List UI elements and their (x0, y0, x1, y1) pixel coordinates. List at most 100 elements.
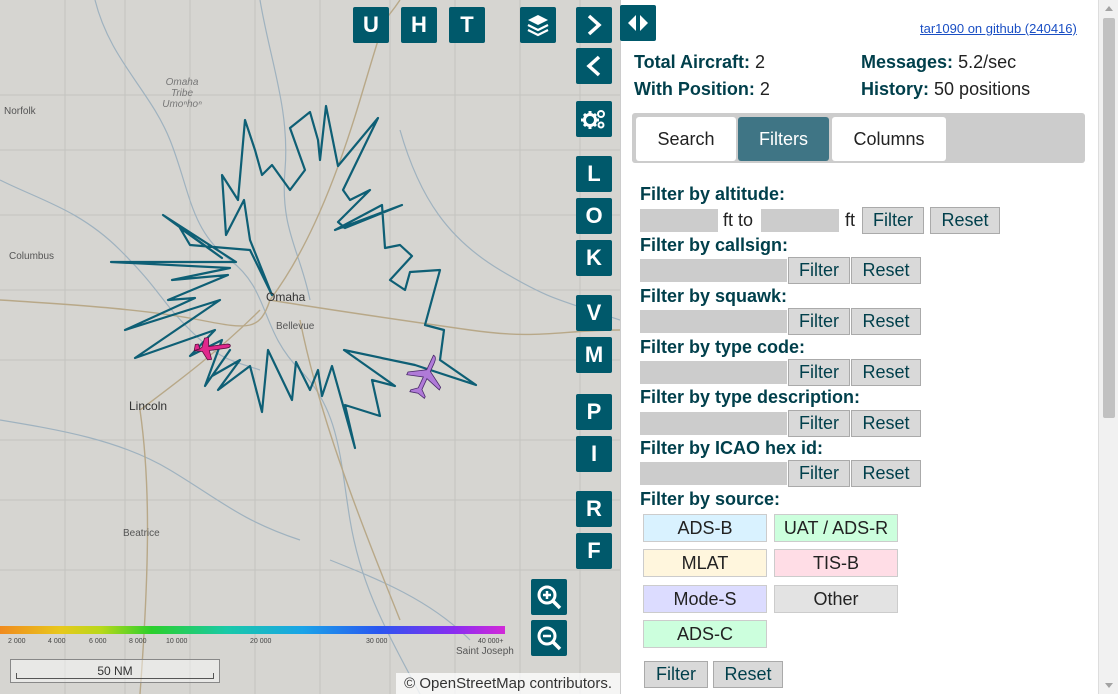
toggle-f-button[interactable]: F (576, 533, 612, 569)
map-view[interactable]: Norfolk Omaha Tribe Umoⁿhoⁿ Columbus Omaha… (0, 0, 620, 694)
stat-history: History: 50 positions (861, 79, 1030, 100)
toggle-r-button[interactable]: R (576, 491, 612, 527)
stat-total-aircraft: Total Aircraft: 2 (634, 52, 765, 73)
source-tisb-toggle[interactable]: TIS-B (774, 549, 898, 577)
squawk-reset-button[interactable]: Reset (851, 308, 921, 335)
map-label-omaha-tribe: Omaha Tribe Umoⁿhoⁿ (162, 77, 202, 110)
toggle-o-button[interactable]: O (576, 198, 612, 234)
altitude-reset-button[interactable]: Reset (930, 207, 1000, 234)
toggle-m-label: M (584, 342, 604, 367)
filter-squawk-label: Filter by squawk: (640, 286, 788, 306)
scrollbar-thumb[interactable] (1103, 18, 1115, 418)
next-button[interactable] (576, 7, 612, 43)
toggle-p-button[interactable]: P (576, 394, 612, 430)
altitude-min-input[interactable] (640, 209, 718, 232)
filter-source-label: Filter by source: (640, 489, 781, 509)
type-code-reset-button[interactable]: Reset (851, 359, 921, 386)
source-modes-toggle[interactable]: Mode-S (643, 585, 767, 613)
icao-filter-button[interactable]: Filter (788, 460, 850, 487)
squawk-input[interactable] (640, 310, 787, 333)
toggle-v-label: V (586, 300, 602, 325)
source-reset-button[interactable]: Reset (713, 661, 783, 688)
total-aircraft-label: Total Aircraft: (634, 52, 751, 72)
filter-altitude-label: Filter by altitude: (640, 184, 786, 204)
squawk-filter-button[interactable]: Filter (788, 308, 850, 335)
previous-button[interactable] (576, 48, 612, 84)
tab-filters[interactable]: Filters (738, 117, 829, 161)
scale-line: 50 NM (10, 659, 220, 683)
filter-icao-label: Filter by ICAO hex id: (640, 438, 824, 458)
source-other-toggle[interactable]: Other (774, 585, 898, 613)
map-attribution[interactable]: © OpenStreetMap contributors. (396, 673, 620, 694)
color-scale-tick: 40 000+ (478, 638, 504, 645)
map-basemap (0, 0, 620, 694)
toggle-f-label: F (587, 538, 601, 563)
icao-input[interactable] (640, 462, 787, 485)
toggle-k-label: K (586, 245, 602, 270)
type-code-filter-button[interactable]: Filter (788, 359, 850, 386)
toggle-t-button[interactable]: T (449, 7, 485, 43)
zoom-in-icon (537, 585, 562, 610)
scroll-down-icon[interactable] (1105, 683, 1113, 688)
icao-reset-button[interactable]: Reset (851, 460, 921, 487)
tab-columns[interactable]: Columns (832, 117, 946, 161)
source-filter-button[interactable]: Filter (644, 661, 708, 688)
type-description-input[interactable] (640, 412, 787, 435)
sidebar-tabs: Search Filters Columns (632, 113, 1085, 163)
filter-type-description-label: Filter by type description: (640, 387, 861, 407)
toggle-l-button[interactable]: L (576, 156, 612, 192)
settings-button[interactable] (576, 101, 612, 137)
type-description-filter-button[interactable]: Filter (788, 410, 850, 437)
scroll-up-icon[interactable] (1105, 6, 1113, 11)
callsign-filter-button[interactable]: Filter (788, 257, 850, 284)
toggle-k-button[interactable]: K (576, 240, 612, 276)
expand-collapse-icon (628, 15, 648, 31)
toggle-h-button[interactable]: H (401, 7, 437, 43)
altitude-ft-to-text: ft to (723, 210, 754, 230)
aircraft-marker[interactable] (404, 352, 448, 400)
tab-search[interactable]: Search (636, 117, 736, 161)
color-scale-tick: 8 000 (129, 638, 147, 645)
toggle-m-button[interactable]: M (576, 337, 612, 373)
color-scale-tick: 6 000 (89, 638, 107, 645)
toggle-i-label: I (590, 441, 598, 466)
source-adsb-toggle[interactable]: ADS-B (643, 514, 767, 542)
toggle-v-button[interactable]: V (576, 295, 612, 331)
toggle-t-label: T (460, 12, 474, 37)
toggle-i-button[interactable]: I (576, 436, 612, 472)
source-adsc-toggle[interactable]: ADS-C (643, 620, 767, 648)
map-label-norfolk: Norfolk (4, 106, 36, 117)
messages-label: Messages: (861, 52, 954, 72)
zoom-in-button[interactable] (531, 579, 567, 615)
layers-button[interactable] (520, 7, 556, 43)
source-uat-toggle[interactable]: UAT / ADS-R (774, 514, 898, 542)
callsign-input[interactable] (640, 259, 787, 282)
altitude-filter-button[interactable]: Filter (862, 207, 924, 234)
map-label-lincoln: Lincoln (129, 399, 168, 413)
type-description-reset-button[interactable]: Reset (851, 410, 921, 437)
toggle-u-button[interactable]: U (353, 7, 389, 43)
sidebar-scrollbar[interactable] (1098, 0, 1118, 694)
source-mlat-toggle[interactable]: MLAT (643, 549, 767, 577)
altitude-max-input[interactable] (761, 209, 839, 232)
aircraft-marker[interactable] (192, 333, 234, 363)
total-aircraft-value: 2 (755, 52, 766, 72)
toggle-u-label: U (363, 12, 379, 37)
color-scale-tick: 30 000 (366, 638, 388, 645)
color-scale-tick: 10 000 (166, 638, 188, 645)
history-value: 50 positions (934, 79, 1031, 99)
zoom-out-button[interactable] (531, 620, 567, 656)
toggle-r-label: R (586, 496, 602, 521)
filter-type-code-label: Filter by type code: (640, 337, 806, 357)
github-link[interactable]: tar1090 on github (240416) (920, 21, 1077, 36)
toggle-sidebar-button[interactable] (620, 5, 656, 41)
type-code-input[interactable] (640, 361, 787, 384)
toggle-o-label: O (585, 203, 603, 228)
toggle-p-label: P (586, 399, 602, 424)
map-label-beatrice: Beatrice (123, 528, 160, 539)
color-scale-tick: 2 000 (8, 638, 26, 645)
altitude-color-scale: 2 000 4 000 6 000 8 000 10 000 20 000 30… (0, 626, 505, 645)
callsign-reset-button[interactable]: Reset (851, 257, 921, 284)
chevron-right-icon (587, 14, 602, 36)
map-label-bellevue: Bellevue (276, 321, 315, 332)
